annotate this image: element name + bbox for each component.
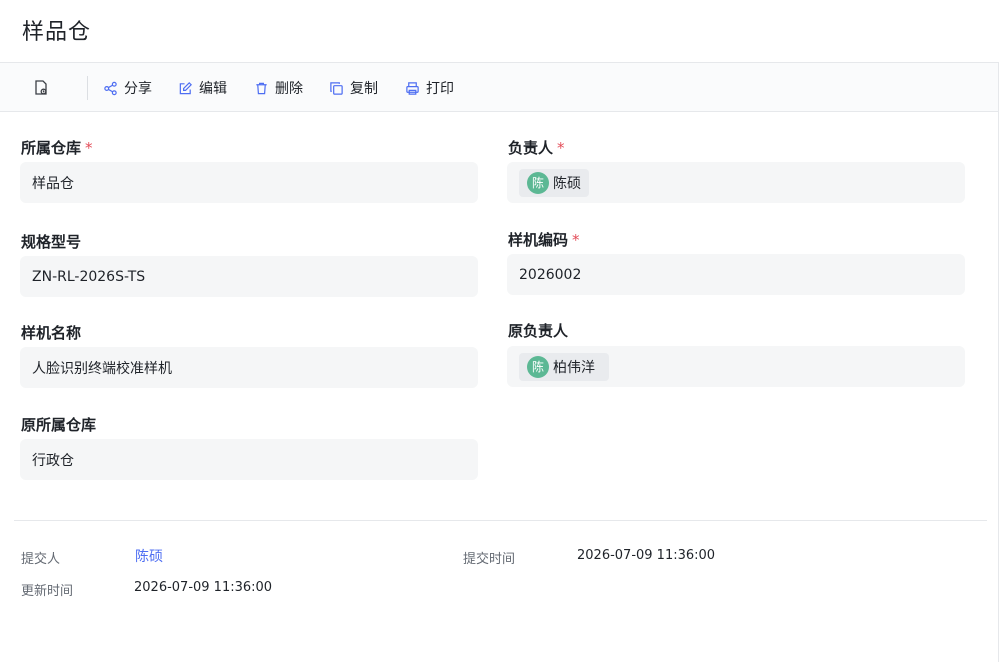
toolbar-divider [87,76,88,100]
owner-user-tag[interactable]: 陈 陈硕 [519,168,589,197]
edit-icon [179,81,192,94]
edit-label: 编辑 [199,81,227,97]
original-owner-label: 原负责人 [508,322,569,340]
original-warehouse-field[interactable]: 行政仓 [20,439,478,480]
edit-button[interactable]: 编辑 [178,77,227,99]
avatar: 陈 [527,171,549,194]
owner-field[interactable]: 陈 陈硕 [507,162,965,203]
share-button[interactable]: 分享 [103,77,152,99]
original-warehouse-value: 行政仓 [32,452,74,469]
sample-name-field[interactable]: 人脸识别终端校准样机 [20,347,478,388]
submit-time-label: 提交时间 [463,552,516,567]
sample-name-label: 样机名称 [21,324,82,342]
sample-name-value: 人脸识别终端校准样机 [32,360,172,377]
section-divider [14,520,987,521]
print-button[interactable]: 打印 [405,77,454,99]
original-owner-field[interactable]: 陈 柏伟洋 [507,346,965,387]
submitter-link[interactable]: 陈硕 [135,546,163,566]
share-icon [104,81,117,95]
copy-button[interactable]: 复制 [329,77,378,99]
print-icon [406,81,419,95]
copy-icon [330,81,343,95]
required-mark: * [85,139,93,157]
update-time-value: 2026-07-09 11:36:00 [134,580,273,595]
delete-label: 删除 [275,81,303,97]
page-title: 样品仓 [22,20,92,45]
submit-time-value: 2026-07-09 11:36:00 [577,548,716,563]
toolbar: 分享 编辑 删除 复制 打印 [0,63,998,112]
required-mark: * [557,139,565,157]
delete-button[interactable]: 删除 [254,77,303,99]
spec-field[interactable]: ZN-RL-2026S-TS [20,256,478,297]
record-icon [35,80,47,95]
update-time-label: 更新时间 [21,584,74,599]
warehouse-label: 所属仓库 * [21,139,93,157]
record-icon-button[interactable] [30,77,52,99]
original-warehouse-label: 原所属仓库 [21,416,97,434]
submitter-label: 提交人 [21,552,61,567]
print-label: 打印 [426,81,454,97]
warehouse-value: 样品仓 [32,175,74,192]
warehouse-field[interactable]: 样品仓 [20,162,478,203]
copy-label: 复制 [350,81,378,97]
original-owner-value: 柏伟洋 [553,359,595,376]
sample-code-value: 2026002 [519,266,582,283]
spec-value: ZN-RL-2026S-TS [32,268,146,285]
delete-icon [256,82,267,94]
owner-label: 负责人 * [508,139,565,157]
owner-value: 陈硕 [553,175,581,192]
original-owner-user-tag[interactable]: 陈 柏伟洋 [519,352,609,381]
sample-code-label: 样机编码 * [508,231,580,249]
required-mark: * [572,231,580,249]
spec-label: 规格型号 [21,233,82,251]
sample-code-field[interactable]: 2026002 [507,254,965,295]
avatar: 陈 [527,355,549,378]
share-label: 分享 [124,81,152,97]
